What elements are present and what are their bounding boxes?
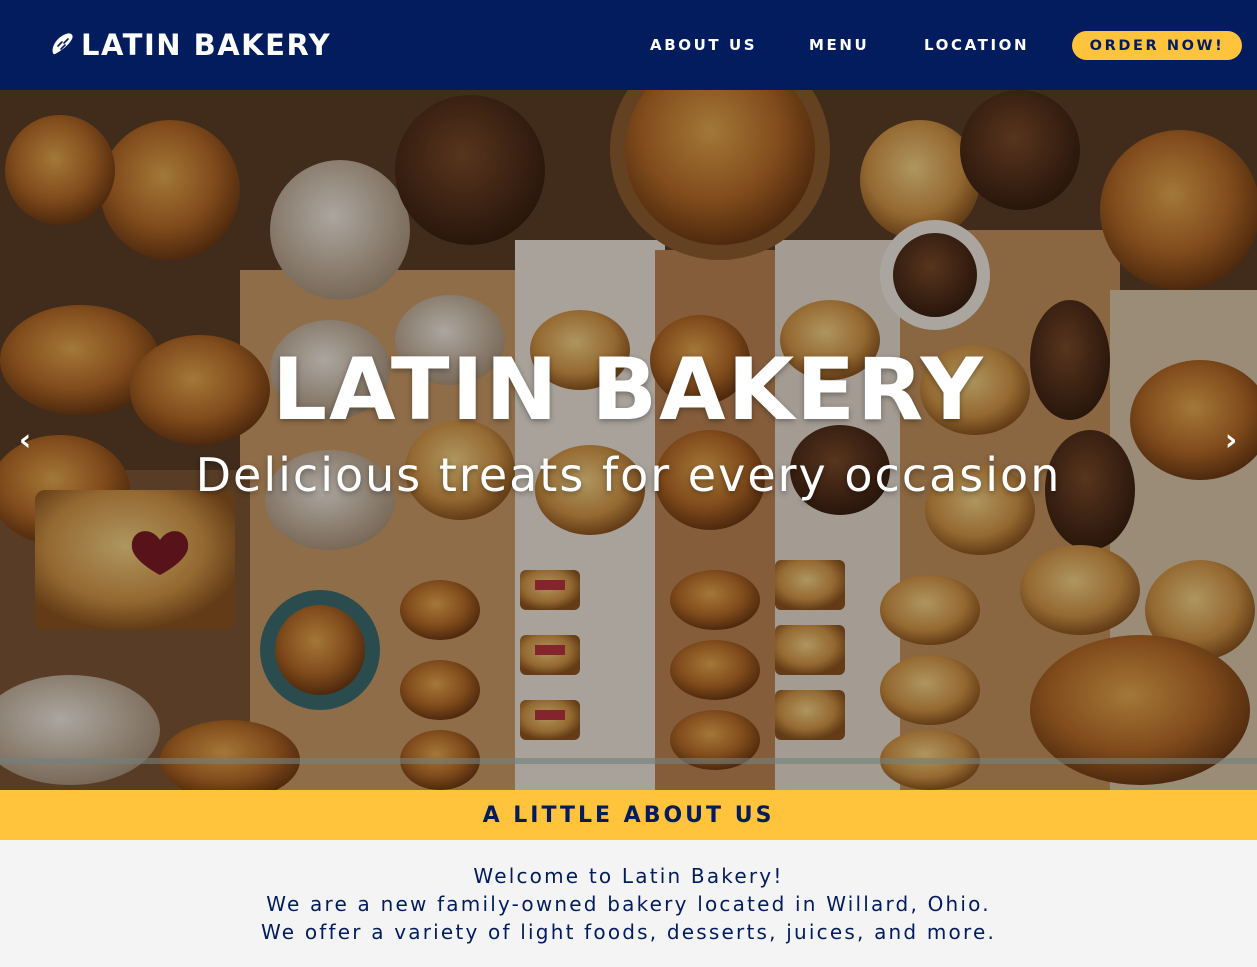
about-heading-bar: A LITTLE ABOUT US (0, 790, 1257, 840)
hero-title: LATIN BAKERY (272, 340, 985, 440)
carousel-prev-arrow-icon[interactable]: ‹ (10, 420, 40, 460)
about-line-welcome: Welcome to Latin Bakery! (473, 864, 784, 888)
hero-carousel: LATIN BAKERY Delicious treats for every … (0, 90, 1257, 790)
about-body: Welcome to Latin Bakery! We are a new fa… (0, 840, 1257, 967)
hero-overlay (0, 90, 1257, 790)
about-heading: A LITTLE ABOUT US (482, 802, 775, 828)
hero-subtitle: Delicious treats for every occasion (195, 448, 1062, 502)
nav-link-menu[interactable]: MENU (809, 36, 869, 54)
about-line-offerings: We offer a variety of light foods, desse… (260, 920, 997, 944)
nav-link-location[interactable]: LOCATION (924, 36, 1029, 54)
order-now-button[interactable]: ORDER NOW! (1072, 31, 1242, 60)
nav-link-about-us[interactable]: ABOUT US (650, 36, 757, 54)
navbar: LATIN BAKERY ABOUT US MENU LOCATION ORDE… (0, 0, 1257, 90)
page: LATIN BAKERY ABOUT US MENU LOCATION ORDE… (0, 0, 1257, 967)
carousel-next-arrow-icon[interactable]: › (1216, 420, 1246, 460)
about-line-location: We are a new family-owned bakery located… (266, 892, 991, 916)
brand-logo-link[interactable]: LATIN BAKERY (49, 24, 331, 66)
bread-icon (52, 33, 73, 55)
brand-name: LATIN BAKERY (81, 28, 332, 62)
